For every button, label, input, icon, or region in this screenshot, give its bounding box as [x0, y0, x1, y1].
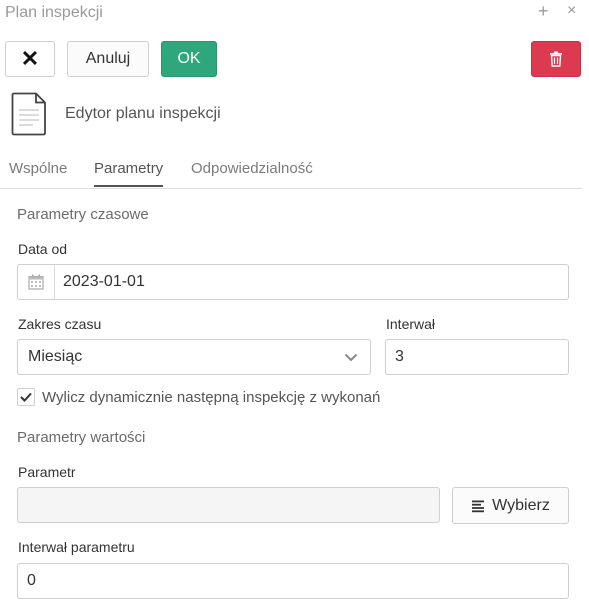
tab-bar: Wspólne Parametry Odpowiedzialność — [0, 152, 582, 189]
window-title: Plan inspekcji — [5, 4, 103, 21]
delete-button[interactable] — [531, 41, 581, 77]
interval-value: 3 — [395, 348, 404, 365]
tab-responsibility[interactable]: Odpowiedzialność — [191, 160, 313, 185]
trash-icon — [550, 51, 562, 67]
parameter-interval-value: 0 — [27, 572, 36, 589]
choose-button[interactable]: Wybierz — [452, 487, 569, 524]
ok-button[interactable]: OK — [161, 41, 217, 77]
editor-title: Edytor planu inspekcji — [65, 105, 221, 122]
close-button[interactable]: ✕ — [5, 41, 55, 77]
parameter-input[interactable] — [17, 487, 440, 523]
date-from-field[interactable]: 2023-01-01 — [17, 264, 569, 300]
choose-label: Wybierz — [492, 496, 550, 514]
tab-parameters[interactable]: Parametry — [94, 160, 164, 187]
window-title-bar: Plan inspekcji + × — [0, 0, 589, 28]
chevron-down-icon — [344, 353, 358, 361]
parameter-interval-label: Interwał parametru — [18, 539, 135, 555]
date-from-value: 2023-01-01 — [63, 273, 145, 290]
dynamic-inspection-checkbox[interactable] — [17, 388, 35, 406]
dynamic-inspection-label: Wylicz dynamicznie następną inspekcję z … — [42, 388, 381, 406]
date-from-label: Data od — [18, 241, 68, 257]
parameter-interval-input[interactable]: 0 — [17, 563, 569, 599]
calendar-icon — [28, 274, 44, 290]
maximize-icon[interactable]: + — [538, 1, 549, 22]
parameter-label: Parametr — [18, 464, 76, 480]
time-params-heading: Parametry czasowe — [17, 206, 149, 223]
time-range-select[interactable]: Miesiąc — [17, 339, 371, 375]
time-range-value: Miesiąc — [28, 348, 83, 365]
value-params-heading: Parametry wartości — [17, 429, 146, 446]
interval-label: Interwał — [386, 316, 436, 332]
check-icon — [20, 392, 32, 402]
dynamic-inspection-row[interactable]: Wylicz dynamicznie następną inspekcję z … — [17, 388, 380, 406]
range-label: Zakres czasu — [18, 316, 102, 332]
close-window-icon[interactable]: × — [567, 2, 576, 20]
calendar-button[interactable] — [18, 265, 55, 299]
cancel-button[interactable]: Anuluj — [67, 41, 149, 77]
document-icon — [11, 92, 46, 136]
interval-input[interactable]: 3 — [385, 339, 569, 375]
tab-common[interactable]: Wspólne — [9, 160, 67, 185]
close-icon: ✕ — [20, 46, 40, 71]
list-icon — [471, 499, 485, 513]
